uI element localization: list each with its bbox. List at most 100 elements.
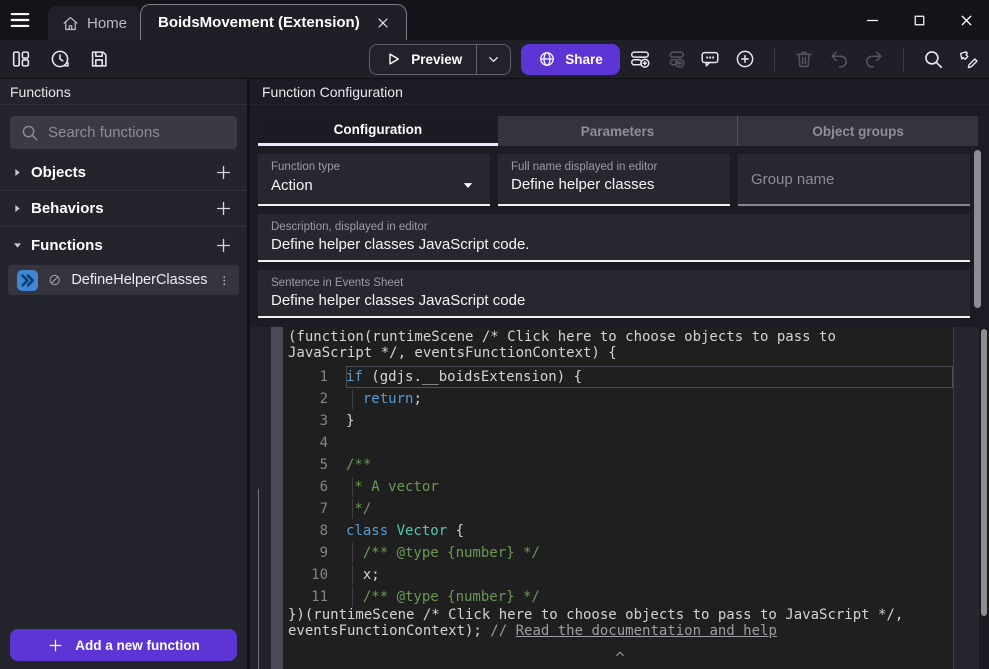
dropdown-caret-icon — [459, 176, 477, 194]
code-footer-line-2: eventsFunctionContext); // Read the docu… — [288, 624, 953, 640]
add-functions-icon[interactable] — [214, 236, 233, 255]
indent-guide — [352, 565, 353, 585]
group-name-field[interactable]: Group name — [738, 154, 970, 206]
code-line-10[interactable]: 10 x; — [288, 564, 953, 586]
search-functions-input[interactable] — [10, 116, 237, 149]
tab-object-groups[interactable]: Object groups — [737, 116, 978, 146]
tab-home[interactable]: Home — [48, 6, 140, 40]
full-name-value: Define helper classes — [511, 176, 654, 193]
search-functions — [10, 116, 237, 149]
chevron-down-icon — [486, 52, 501, 67]
globe-icon — [538, 50, 556, 68]
private-function-icon — [48, 272, 61, 288]
indent-guide — [352, 499, 353, 519]
add-circle-icon[interactable] — [734, 48, 756, 70]
code-lines: 1 if (gdjs.__boidsExtension) { 2 return;… — [288, 366, 953, 608]
indent-guide — [352, 477, 353, 497]
code-line-3[interactable]: 3 } — [288, 410, 953, 432]
search-icon — [20, 123, 39, 142]
code-line-2[interactable]: 2 return; — [288, 388, 953, 410]
form-row-1: Function type Action Full name displayed… — [258, 154, 970, 206]
function-type-value: Action — [271, 177, 313, 194]
code-header-line-2[interactable]: JavaScript */, eventsFunctionContext) { — [288, 346, 953, 362]
sidebar-section-behaviors[interactable]: Behaviors — [0, 191, 247, 227]
tab-parameters[interactable]: Parameters — [498, 116, 738, 146]
configuration-form: Function type Action Full name displayed… — [250, 146, 989, 318]
function-item-label: DefineHelperClasses — [71, 272, 207, 288]
minimize-icon[interactable] — [864, 12, 881, 29]
save-icon[interactable] — [88, 48, 110, 70]
indent-guide — [352, 389, 353, 409]
line-number: 1 — [288, 366, 328, 388]
sentence-label: Sentence in Events Sheet — [271, 277, 957, 289]
expand-bottom-panel-icon[interactable] — [613, 647, 627, 661]
toolbar-center: Preview Share — [369, 44, 620, 75]
code-editor-panel: (function(runtimeScene /* Click here to … — [250, 327, 989, 669]
line-number: 9 — [288, 542, 328, 564]
code-line-11[interactable]: 11 /** @type {number} */ — [288, 586, 953, 608]
code-scrollbar-track[interactable] — [979, 327, 989, 669]
add-function-button[interactable]: Add a new function — [10, 629, 237, 661]
preview-dropdown-button[interactable] — [476, 45, 510, 74]
code-line-8[interactable]: 8 class Vector { — [288, 520, 953, 542]
code-line-6[interactable]: 6 * A vector — [288, 476, 953, 498]
add-comment-icon[interactable] — [699, 48, 721, 70]
share-button[interactable]: Share — [521, 44, 620, 75]
edit-extension-icon[interactable] — [957, 48, 979, 70]
sidebar-spacer — [0, 295, 247, 629]
sidebar-item-definehelperclasses[interactable]: DefineHelperClasses — [8, 265, 239, 295]
toolbar: Preview Share — [0, 40, 989, 78]
sidebar-section-functions[interactable]: Functions — [0, 227, 247, 263]
maximize-icon[interactable] — [911, 12, 928, 29]
code-editor[interactable]: (function(runtimeScene /* Click here to … — [283, 327, 953, 669]
code-left-scrollbar[interactable] — [271, 327, 283, 669]
tab-close-icon[interactable] — [375, 15, 391, 31]
add-subevent-icon — [664, 48, 686, 70]
sidebar-section-label: Objects — [31, 164, 214, 181]
menu-icon[interactable] — [8, 9, 32, 31]
code-footer-comment-prefix: // — [490, 623, 515, 639]
kebab-menu-icon[interactable] — [218, 273, 230, 288]
line-number: 6 — [288, 476, 328, 498]
add-event-icon[interactable] — [629, 48, 651, 70]
line-number: 10 — [288, 564, 328, 586]
redo-icon — [863, 48, 885, 70]
sidebar-section-objects[interactable]: Objects — [0, 155, 247, 191]
form-scrollbar[interactable] — [974, 150, 981, 308]
description-field[interactable]: Description, displayed in editor Define … — [258, 214, 970, 262]
panel-title: Function Configuration — [250, 79, 989, 105]
app-window: Home BoidsMovement (Extension) Preview — [0, 0, 989, 669]
function-type-field[interactable]: Function type Action — [258, 154, 490, 206]
toolbar-divider — [774, 47, 775, 71]
titlebar: Home BoidsMovement (Extension) — [0, 0, 989, 40]
code-scrollbar-thumb[interactable] — [981, 329, 987, 616]
function-configuration-panel: Function Configuration ConfigurationPara… — [250, 79, 989, 669]
preview-button[interactable]: Preview — [370, 45, 476, 74]
add-objects-icon[interactable] — [214, 163, 233, 182]
tab-boidsmovement-label: BoidsMovement (Extension) — [158, 14, 360, 31]
panels-icon[interactable] — [10, 48, 32, 70]
close-window-icon[interactable] — [958, 12, 975, 29]
documentation-link[interactable]: Read the documentation and help — [516, 623, 777, 639]
sidebar-tree: Objects Behaviors Functions — [0, 155, 247, 263]
sentence-value: Define helper classes JavaScript code — [271, 292, 525, 309]
line-number: 4 — [288, 432, 328, 454]
tab-boidsmovement[interactable]: BoidsMovement (Extension) — [140, 4, 407, 40]
share-button-label: Share — [565, 52, 603, 67]
line-number: 2 — [288, 388, 328, 410]
history-icon[interactable] — [49, 48, 71, 70]
code-line-1[interactable]: 1 if (gdjs.__boidsExtension) { — [288, 366, 953, 388]
full-name-field[interactable]: Full name displayed in editor Define hel… — [498, 154, 730, 206]
code-header-line-1[interactable]: (function(runtimeScene /* Click here to … — [288, 330, 953, 346]
code-line-4[interactable]: 4 — [288, 432, 953, 454]
add-function-button-label: Add a new function — [75, 638, 200, 653]
toolbar-divider — [903, 47, 904, 71]
sidebar-section-label: Functions — [31, 237, 214, 254]
code-line-5[interactable]: 5 /** — [288, 454, 953, 476]
tab-configuration[interactable]: Configuration — [258, 116, 498, 146]
sentence-field[interactable]: Sentence in Events Sheet Define helper c… — [258, 270, 970, 318]
add-behaviors-icon[interactable] — [214, 199, 233, 218]
code-line-7[interactable]: 7 */ — [288, 498, 953, 520]
search-icon[interactable] — [922, 48, 944, 70]
code-line-9[interactable]: 9 /** @type {number} */ — [288, 542, 953, 564]
